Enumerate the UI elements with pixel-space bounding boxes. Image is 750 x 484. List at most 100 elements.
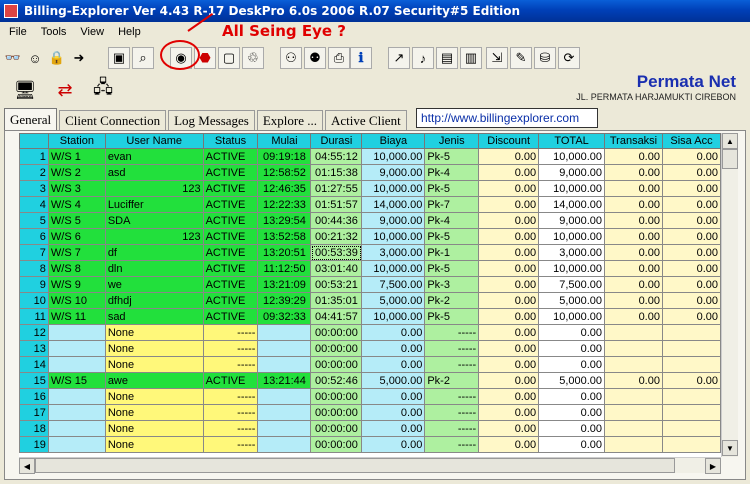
- total-cell[interactable]: 10,000.00: [538, 148, 606, 165]
- remaining-cell[interactable]: 0.00: [661, 244, 721, 261]
- duration-cell[interactable]: 00:00:00: [310, 356, 363, 373]
- status-cell[interactable]: ACTIVE: [202, 244, 259, 261]
- tab-general[interactable]: General: [4, 108, 58, 130]
- cost-cell[interactable]: 10,000.00: [361, 180, 426, 197]
- total-cell[interactable]: 0.00: [538, 340, 606, 357]
- cost-cell[interactable]: 7,500.00: [361, 276, 426, 293]
- table-row[interactable]: 3 W/S 3 123 ACTIVE 12:46:35 01:27:55 10,000.00…: [19, 180, 721, 197]
- table-row[interactable]: 10 W/S 10 dfhdj ACTIVE 12:39:29 01:35:01 5,000…: [19, 292, 721, 309]
- station-cell[interactable]: [47, 420, 106, 437]
- start-time-cell[interactable]: 13:21:09: [257, 276, 312, 293]
- speaker-icon[interactable]: ♪: [412, 47, 434, 69]
- user-name-cell[interactable]: dfhdj: [104, 292, 204, 309]
- lock-icon[interactable]: 🔒: [46, 47, 68, 69]
- column-header[interactable]: Transaksi: [604, 133, 663, 149]
- duration-cell[interactable]: 00:52:46: [310, 372, 363, 389]
- station-cell[interactable]: [47, 324, 106, 341]
- station-cell[interactable]: W/S 11: [47, 308, 106, 325]
- remaining-cell[interactable]: 0.00: [661, 212, 721, 229]
- transaction-cell[interactable]: [604, 404, 663, 421]
- station-cell[interactable]: [47, 356, 106, 373]
- column-header[interactable]: User Name: [104, 133, 204, 149]
- status-cell[interactable]: ACTIVE: [202, 260, 259, 277]
- tab-log-messages[interactable]: Log Messages: [168, 110, 255, 130]
- cost-cell[interactable]: 9,000.00: [361, 212, 426, 229]
- user-name-cell[interactable]: df: [104, 244, 204, 261]
- duration-cell[interactable]: 00:53:21: [310, 276, 363, 293]
- package-cell[interactable]: Pk-5: [424, 308, 480, 325]
- people2-icon[interactable]: ⚉: [304, 47, 326, 69]
- url-field[interactable]: http://www.billingexplorer.com: [416, 108, 598, 128]
- transaction-cell[interactable]: 0.00: [604, 292, 663, 309]
- package-cell[interactable]: -----: [424, 324, 480, 341]
- user-name-cell[interactable]: sad: [104, 308, 204, 325]
- magnifier-icon[interactable]: ⌕: [132, 47, 154, 69]
- table-row[interactable]: 9 W/S 9 we ACTIVE 13:21:09 00:53:21 7,500.00 Pk…: [19, 276, 721, 293]
- status-cell[interactable]: ACTIVE: [202, 276, 259, 293]
- discount-cell[interactable]: 0.00: [478, 420, 540, 437]
- remaining-cell[interactable]: 0.00: [661, 292, 721, 309]
- user-name-cell[interactable]: None: [104, 420, 204, 437]
- menu-help[interactable]: Help: [111, 26, 148, 38]
- start-time-cell[interactable]: 11:12:50: [257, 260, 312, 277]
- total-cell[interactable]: 0.00: [538, 420, 606, 437]
- row-number[interactable]: 19: [19, 436, 49, 453]
- start-time-cell[interactable]: [257, 356, 312, 373]
- row-number[interactable]: 8: [19, 260, 49, 277]
- cash-icon[interactable]: ▥: [460, 47, 482, 69]
- column-header[interactable]: Status: [202, 133, 259, 149]
- people-icon[interactable]: ⚇: [280, 47, 302, 69]
- cost-cell[interactable]: 0.00: [361, 420, 426, 437]
- duration-cell[interactable]: 00:00:00: [310, 404, 363, 421]
- row-number[interactable]: 17: [19, 404, 49, 421]
- start-time-cell[interactable]: [257, 388, 312, 405]
- start-time-cell[interactable]: [257, 436, 312, 453]
- transaction-cell[interactable]: 0.00: [604, 148, 663, 165]
- table-row[interactable]: 14 None ----- 00:00:00 0.00 ----- 0.00 0.00: [19, 356, 721, 373]
- duration-cell[interactable]: 01:27:55: [310, 180, 363, 197]
- total-cell[interactable]: 5,000.00: [538, 292, 606, 309]
- column-header[interactable]: Biaya: [361, 133, 426, 149]
- remaining-cell[interactable]: [661, 404, 721, 421]
- start-time-cell[interactable]: 13:21:44: [257, 372, 312, 389]
- duration-cell[interactable]: 01:15:38: [310, 164, 363, 181]
- status-cell[interactable]: -----: [202, 324, 259, 341]
- start-time-cell[interactable]: 13:20:51: [257, 244, 312, 261]
- table-row[interactable]: 15 W/S 15 awe ACTIVE 13:21:44 00:52:46 5,000.0…: [19, 372, 721, 389]
- station-cell[interactable]: W/S 1: [47, 148, 106, 165]
- total-cell[interactable]: 7,500.00: [538, 276, 606, 293]
- discount-cell[interactable]: 0.00: [478, 276, 540, 293]
- start-time-cell[interactable]: 09:19:18: [257, 148, 312, 165]
- row-number[interactable]: 3: [19, 180, 49, 197]
- start-time-cell[interactable]: [257, 340, 312, 357]
- station-cell[interactable]: [47, 340, 106, 357]
- status-cell[interactable]: -----: [202, 436, 259, 453]
- smiley-icon[interactable]: ☺: [24, 47, 46, 69]
- station-cell[interactable]: [47, 404, 106, 421]
- duration-cell[interactable]: 03:01:40: [310, 260, 363, 277]
- total-cell[interactable]: 0.00: [538, 436, 606, 453]
- user-name-cell[interactable]: None: [104, 324, 204, 341]
- start-time-cell[interactable]: 12:22:33: [257, 196, 312, 213]
- vertical-scrollbar[interactable]: ▲ ▼: [721, 133, 738, 457]
- menu-file[interactable]: File: [2, 26, 34, 38]
- table-row[interactable]: 16 None ----- 00:00:00 0.00 ----- 0.00 0.00: [19, 388, 721, 405]
- user-name-cell[interactable]: awe: [104, 372, 204, 389]
- package-cell[interactable]: -----: [424, 340, 480, 357]
- station-cell[interactable]: W/S 15: [47, 372, 106, 389]
- remaining-cell[interactable]: 0.00: [661, 196, 721, 213]
- printer-icon[interactable]: ⎙: [328, 47, 350, 69]
- cost-cell[interactable]: 5,000.00: [361, 372, 426, 389]
- table-row[interactable]: 12 None ----- 00:00:00 0.00 ----- 0.00 0.00: [19, 324, 721, 341]
- discount-cell[interactable]: 0.00: [478, 356, 540, 373]
- user-name-cell[interactable]: None: [104, 436, 204, 453]
- horizontal-scrollbar[interactable]: ◀ ▶: [19, 457, 721, 474]
- discount-cell[interactable]: 0.00: [478, 180, 540, 197]
- transaction-cell[interactable]: 0.00: [604, 164, 663, 181]
- scroll-right-icon[interactable]: ▶: [705, 458, 721, 474]
- document-icon[interactable]: ▤: [436, 47, 458, 69]
- total-cell[interactable]: 9,000.00: [538, 212, 606, 229]
- table-row[interactable]: 2 W/S 2 asd ACTIVE 12:58:52 01:15:38 9,000.00 P…: [19, 164, 721, 181]
- cost-cell[interactable]: 3,000.00: [361, 244, 426, 261]
- status-cell[interactable]: ACTIVE: [202, 212, 259, 229]
